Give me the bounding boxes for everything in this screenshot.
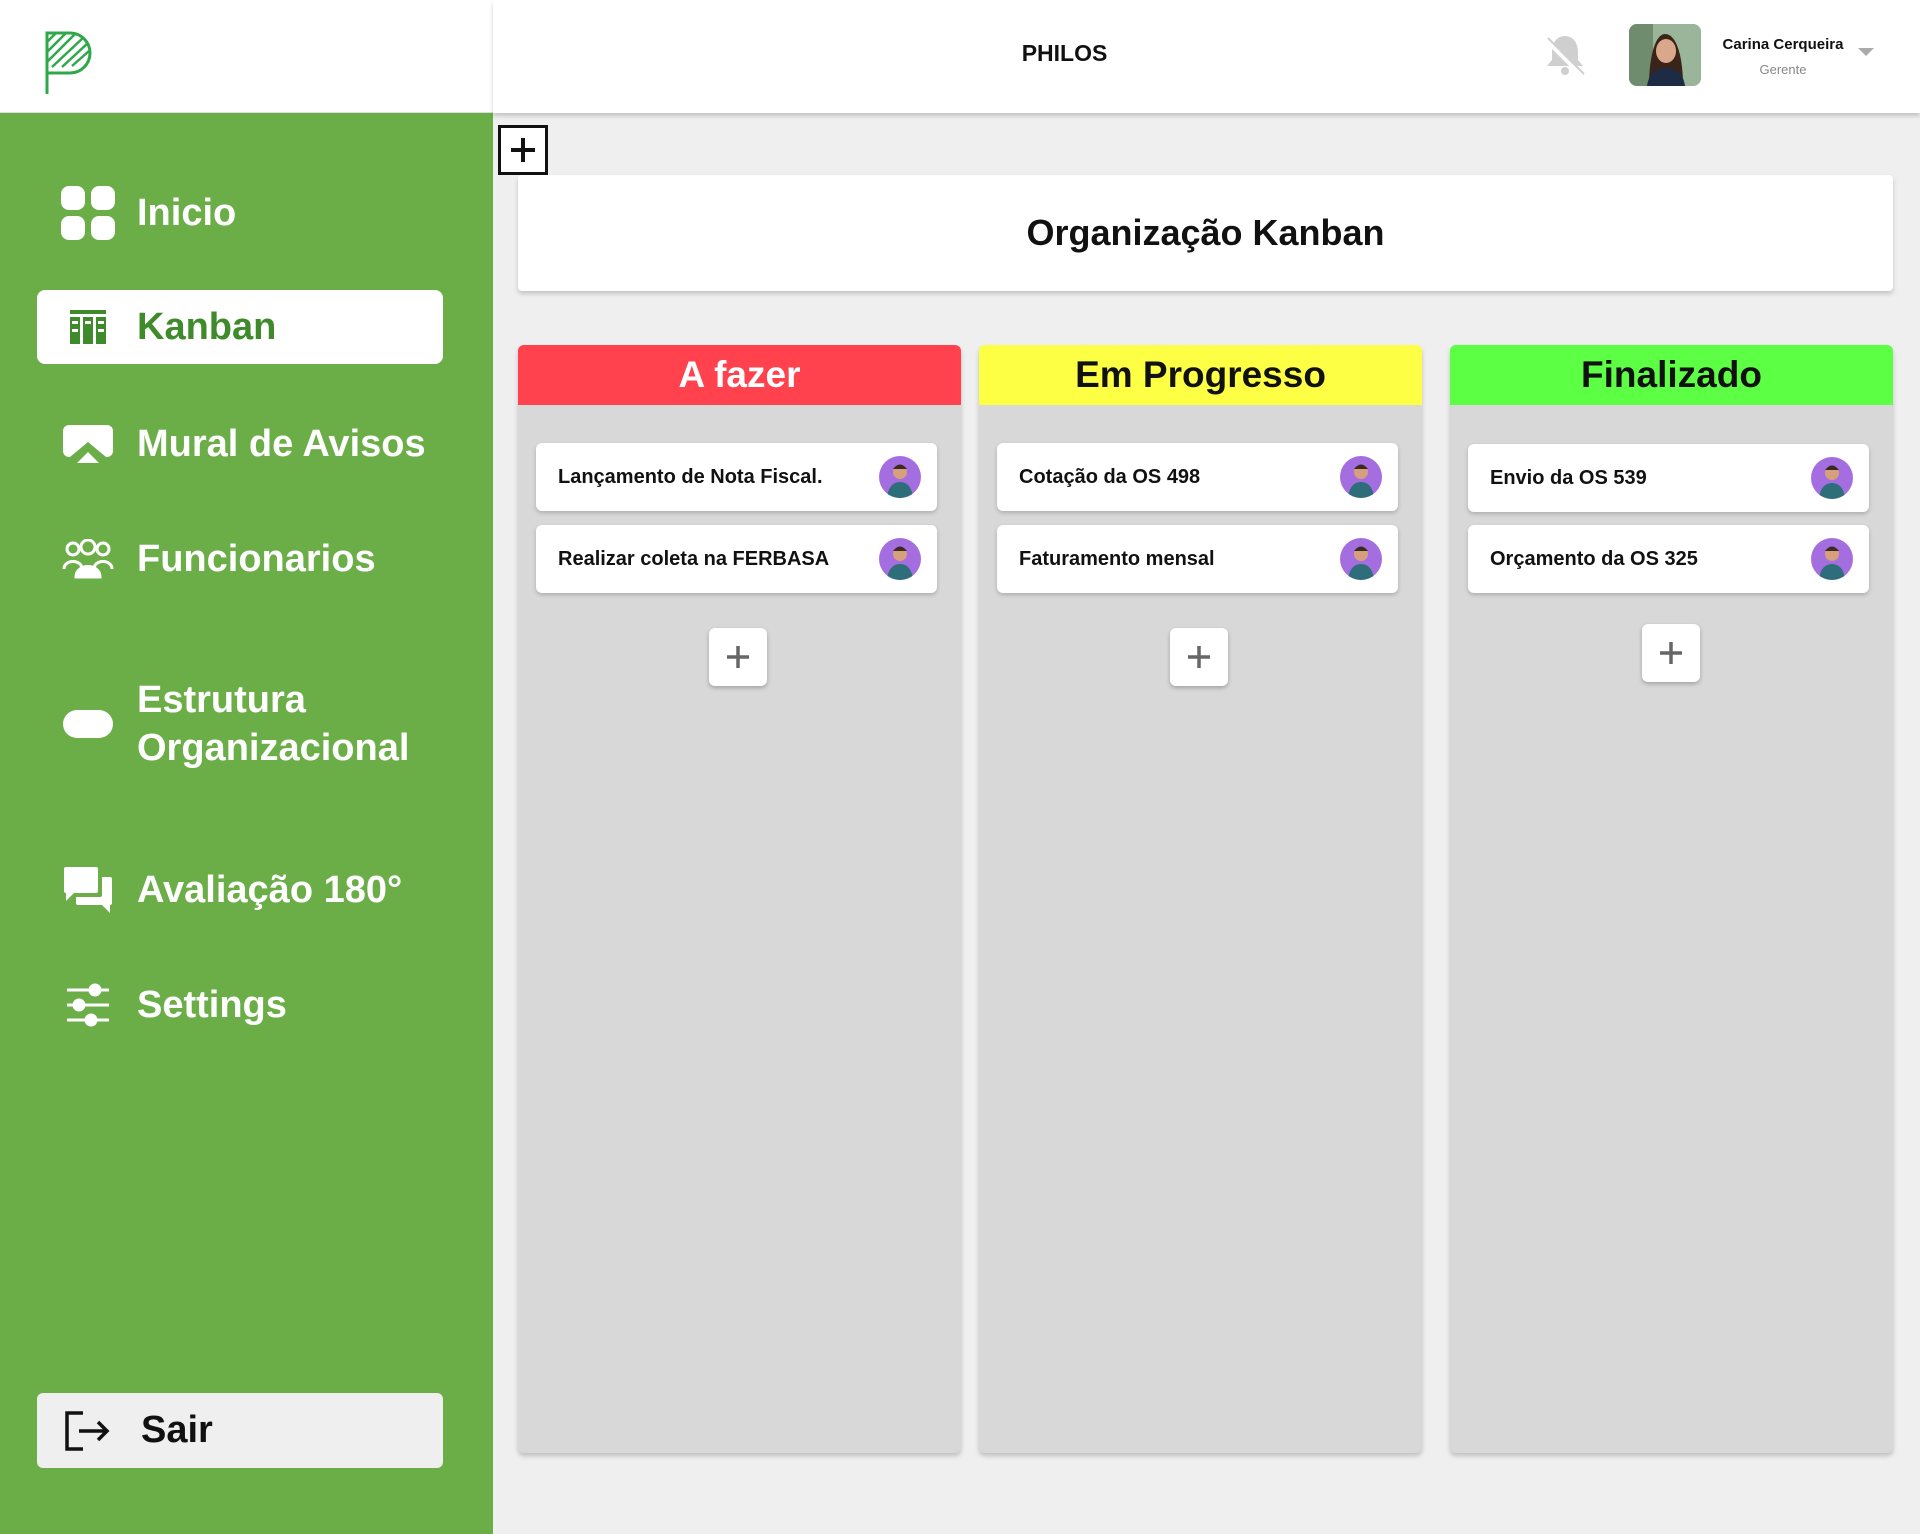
plus-icon [511,138,535,162]
user-name: Carina Cerqueira [1722,36,1844,53]
sidebar-item-label: Kanban [137,305,277,348]
assignee-avatar [1340,456,1382,498]
user-avatar[interactable] [1629,24,1701,86]
sidebar-item-inicio[interactable]: Inicio [37,176,443,250]
assignee-avatar [1340,538,1382,580]
chevron-down-icon[interactable] [1858,48,1874,56]
column-title: Finalizado [1450,345,1893,405]
card-title: Envio da OS 539 [1490,466,1647,489]
kanban-card[interactable]: Cotação da OS 498 [997,443,1398,511]
sidebar-item-label: Inicio [137,191,237,234]
kanban-card[interactable]: Orçamento da OS 325 [1468,525,1869,593]
plus-icon [727,646,749,668]
add-card-button[interactable] [1170,628,1228,686]
logout-icon [63,1410,111,1452]
logout-button[interactable]: Sair [37,1393,443,1468]
kanban-card[interactable]: Envio da OS 539 [1468,444,1869,512]
kanban-icon [59,298,117,356]
kanban-card[interactable]: Faturamento mensal [997,525,1398,593]
assignee-avatar [1811,457,1853,499]
sidebar-item-settings[interactable]: Settings [37,968,443,1042]
sidebar-item-funcionarios[interactable]: Funcionarios [37,522,443,596]
philos-logo [45,31,92,94]
assignee-avatar [879,456,921,498]
column-title: A fazer [518,345,961,405]
sliders-icon [59,976,117,1034]
sidebar-item-kanban[interactable]: Kanban [37,290,443,364]
assignee-avatar [879,538,921,580]
notification-bell-icon[interactable] [1540,30,1590,85]
card-title: Realizar coleta na FERBASA [558,547,830,570]
assignee-avatar [1811,538,1853,580]
plus-icon [1660,642,1682,664]
card-title: Cotação da OS 498 [1019,465,1201,488]
add-card-button[interactable] [1642,624,1700,682]
chat-icon [59,861,117,919]
page-title: Organização Kanban [518,175,1893,291]
card-title: Faturamento mensal [1019,547,1215,570]
sidebar: Inicio Kanban Mural de Avisos Funcionari… [0,0,493,1534]
card-title: Lançamento de Nota Fiscal. [558,465,823,488]
sidebar-item-label: Funcionarios [137,537,376,580]
kanban-column-in-progress: Em Progresso Cotação da OS 498 Faturamen… [979,345,1422,1453]
kanban-card[interactable]: Lançamento de Nota Fiscal. [536,443,937,511]
plus-icon [1188,646,1210,668]
users-icon [59,530,117,588]
kanban-column-done: Finalizado Envio da OS 539 Orçamento da … [1450,345,1893,1453]
sidebar-item-avaliacao[interactable]: Avaliação 180° [37,853,443,927]
kanban-column-todo: A fazer Lançamento de Nota Fiscal. Reali… [518,345,961,1453]
sidebar-item-label: Settings [137,983,287,1026]
user-role: Gerente [1759,62,1807,77]
sidebar-item-mural[interactable]: Mural de Avisos [37,407,443,481]
sidebar-item-label: Estrutura Organizacional [137,679,410,769]
add-card-button[interactable] [709,628,767,686]
sidebar-item-label: Mural de Avisos [137,422,426,465]
card-title: Orçamento da OS 325 [1490,547,1698,570]
pill-icon [59,695,117,753]
top-bar: PHILOS Carina Cerqueira Gerente [493,0,1920,113]
kanban-card[interactable]: Realizar coleta na FERBASA [536,525,937,593]
column-title: Em Progresso [979,345,1422,405]
add-board-button[interactable] [498,125,548,175]
logout-label: Sair [141,1409,213,1451]
sidebar-item-label: Avaliação 180° [137,868,403,911]
app-title: PHILOS [1021,40,1108,66]
grid-icon [59,184,117,242]
logo-area [0,0,493,113]
image-icon [59,415,117,473]
sidebar-item-estrutura[interactable]: Estrutura Organizacional [37,669,443,779]
